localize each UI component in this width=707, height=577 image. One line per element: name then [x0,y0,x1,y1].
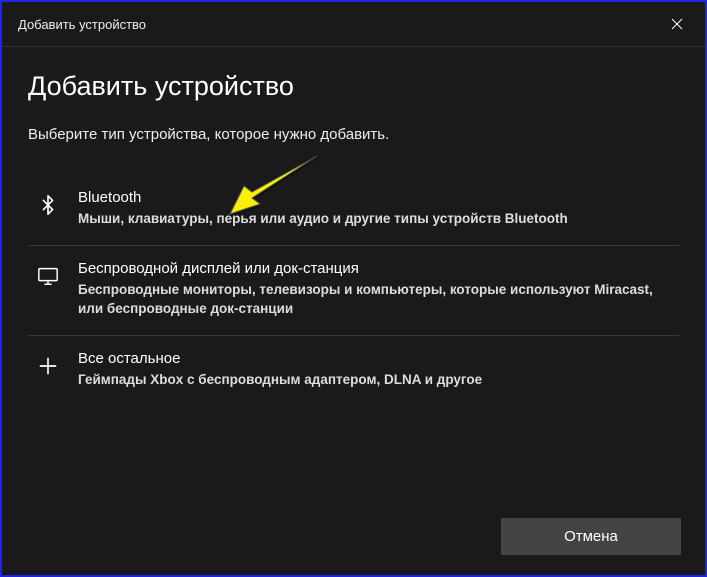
plus-icon [34,352,62,380]
option-desc: Геймпады Xbox с беспроводным адаптером, … [78,371,673,390]
close-icon [671,18,683,30]
dialog-content: Добавить устройство Выберите тип устройс… [2,47,705,426]
option-wireless-display[interactable]: Беспроводной дисплей или док-станция Бес… [28,246,679,336]
titlebar: Добавить устройство [2,2,705,47]
option-text: Беспроводной дисплей или док-станция Бес… [78,260,673,319]
add-device-dialog: Добавить устройство Добавить устройство … [0,0,707,577]
option-desc: Беспроводные мониторы, телевизоры и комп… [78,281,673,319]
option-bluetooth[interactable]: Bluetooth Мыши, клавиатуры, перья или ау… [28,175,679,246]
close-button[interactable] [665,12,689,36]
page-title: Добавить устройство [28,71,679,102]
option-text: Все остальное Геймпады Xbox с беспроводн… [78,350,673,390]
titlebar-title: Добавить устройство [18,17,146,32]
option-title: Bluetooth [78,189,673,206]
option-title: Беспроводной дисплей или док-станция [78,260,673,277]
bluetooth-icon [34,191,62,219]
dialog-footer: Отмена [501,518,681,555]
page-subtitle: Выберите тип устройства, которое нужно д… [28,126,679,143]
option-text: Bluetooth Мыши, клавиатуры, перья или ау… [78,189,673,229]
monitor-icon [34,262,62,290]
option-title: Все остальное [78,350,673,367]
option-desc: Мыши, клавиатуры, перья или аудио и друг… [78,210,673,229]
option-everything-else[interactable]: Все остальное Геймпады Xbox с беспроводн… [28,336,679,406]
cancel-button[interactable]: Отмена [501,518,681,555]
